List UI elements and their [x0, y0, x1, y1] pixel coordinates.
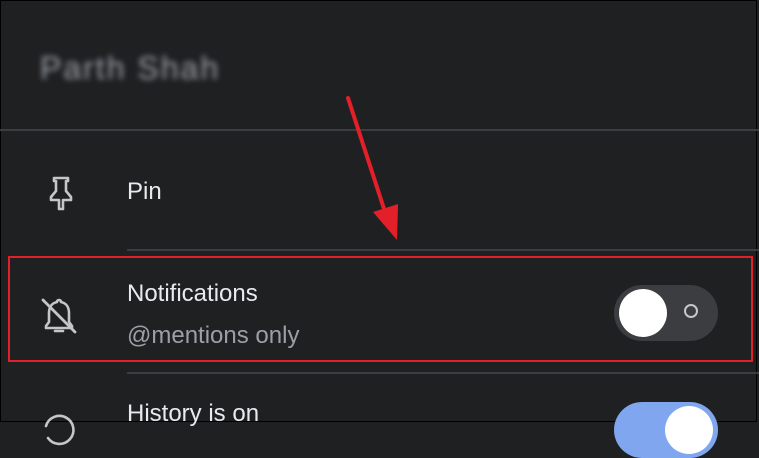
pin-icon — [49, 176, 73, 211]
toggle-knob-on — [665, 406, 713, 454]
chat-name-blurred: Parth Shah — [40, 50, 221, 86]
history-toggle[interactable] — [614, 402, 718, 458]
notifications-highlight-box — [8, 256, 753, 362]
notifications-divider — [127, 372, 759, 374]
pin-divider — [127, 249, 759, 251]
header-divider — [0, 129, 759, 131]
pin-label: Pin — [127, 178, 162, 205]
history-icon — [44, 414, 75, 446]
